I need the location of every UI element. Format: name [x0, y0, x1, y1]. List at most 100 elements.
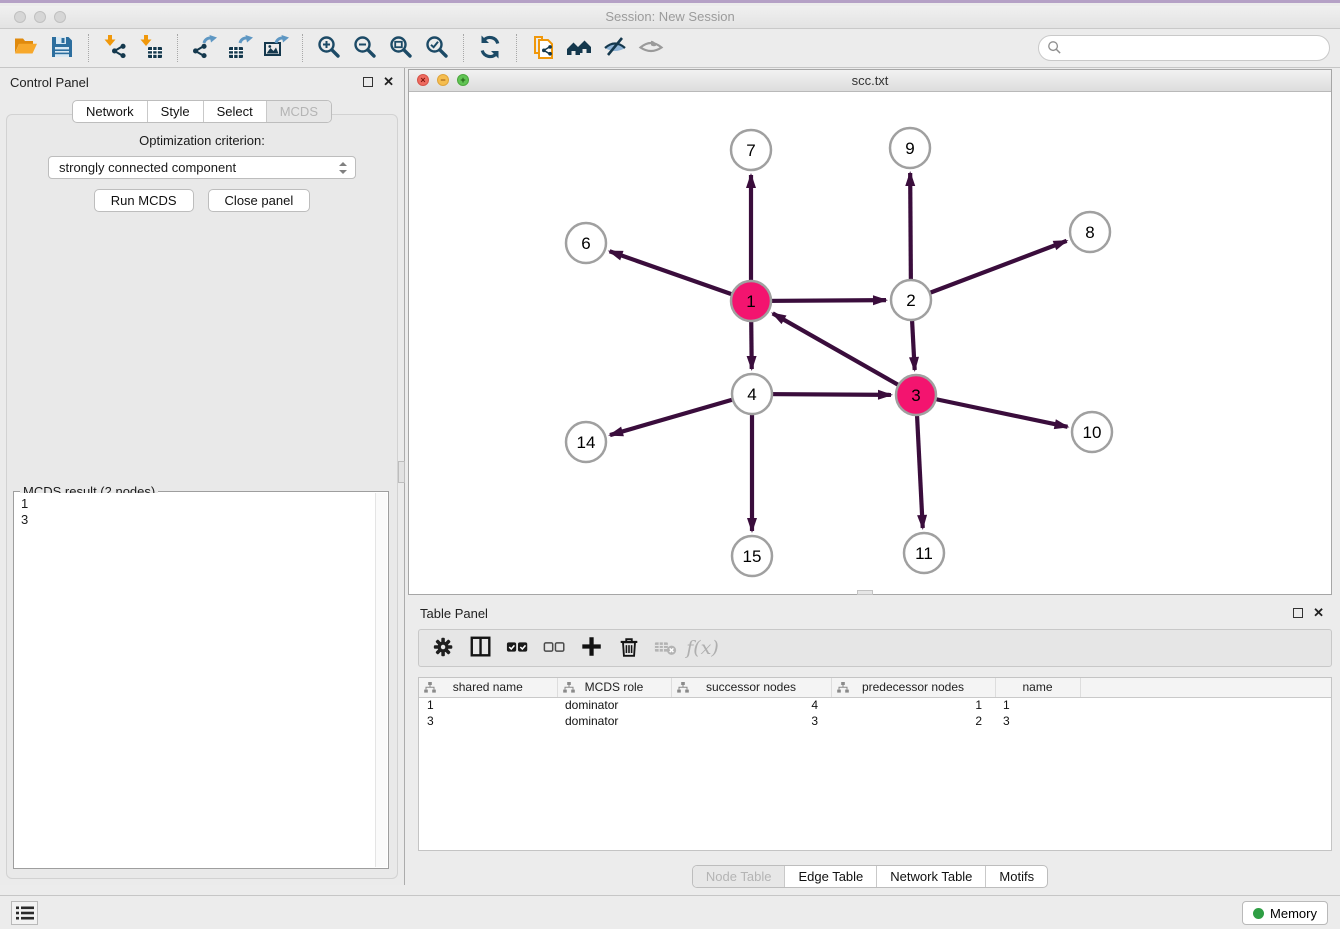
- table-toolbar: f(x): [418, 629, 1332, 667]
- table-cell[interactable]: 1: [831, 697, 995, 713]
- tab-select[interactable]: Select: [203, 101, 266, 122]
- graph-node-10[interactable]: 10: [1072, 412, 1112, 452]
- import-network-icon: [102, 34, 128, 63]
- zoom-fit-icon: [388, 34, 414, 63]
- graph-node-14[interactable]: 14: [566, 422, 606, 462]
- table-cell[interactable]: 3: [419, 713, 557, 729]
- graph-node-1[interactable]: 1: [731, 281, 771, 321]
- edge-1-6[interactable]: [610, 251, 751, 301]
- memory-button[interactable]: Memory: [1242, 901, 1328, 925]
- search-input[interactable]: [1038, 35, 1330, 61]
- tab-motifs[interactable]: Motifs: [985, 866, 1047, 887]
- save-icon: [49, 34, 75, 63]
- edge-4-14[interactable]: [610, 394, 752, 435]
- hide-selected-button[interactable]: [597, 33, 633, 63]
- search-icon: [1047, 40, 1062, 55]
- copy-network-view-button[interactable]: [525, 33, 561, 63]
- edge-3-10[interactable]: [916, 395, 1068, 427]
- column-header-filler: [1080, 678, 1332, 697]
- graph-node-6[interactable]: 6: [566, 223, 606, 263]
- apply-layout-button[interactable]: [472, 33, 508, 63]
- save-session-button[interactable]: [44, 33, 80, 63]
- table-cell[interactable]: dominator: [557, 697, 671, 713]
- tab-edge-table[interactable]: Edge Table: [784, 866, 876, 887]
- import-network-button[interactable]: [97, 33, 133, 63]
- tab-mcds[interactable]: MCDS: [266, 101, 331, 122]
- table-close-panel-icon[interactable]: ✕: [1313, 608, 1324, 618]
- svg-text:9: 9: [905, 139, 914, 158]
- table-float-panel-icon[interactable]: [1293, 608, 1303, 618]
- table-row[interactable]: 3dominator323: [419, 713, 1332, 729]
- export-table-button[interactable]: [222, 33, 258, 63]
- edge-3-1[interactable]: [773, 313, 916, 395]
- column-header-shared-name[interactable]: shared name: [419, 678, 557, 697]
- column-settings-button[interactable]: [427, 633, 460, 663]
- table-row[interactable]: 1dominator411: [419, 697, 1332, 713]
- table-panel-header: Table Panel ✕: [408, 599, 1340, 627]
- graph-node-2[interactable]: 2: [891, 280, 931, 320]
- graph-node-11[interactable]: 11: [904, 533, 944, 573]
- control-panel-title: Control Panel: [10, 75, 89, 90]
- delete-columns-button[interactable]: [612, 633, 645, 663]
- control-panel: Control Panel ✕ NetworkStyleSelectMCDS O…: [0, 68, 405, 885]
- close-panel-button[interactable]: Close panel: [208, 189, 311, 212]
- panel-splitter-grip[interactable]: [398, 461, 405, 483]
- open-session-button[interactable]: [8, 33, 44, 63]
- graph-node-7[interactable]: 7: [731, 130, 771, 170]
- close-panel-icon[interactable]: ✕: [383, 77, 394, 87]
- zoom-in-button[interactable]: [311, 33, 347, 63]
- graph-node-9[interactable]: 9: [890, 128, 930, 168]
- zoom-selected-button[interactable]: [419, 33, 455, 63]
- mcds-result-scrollbar[interactable]: [375, 493, 387, 867]
- refresh-icon: [477, 34, 503, 63]
- table-cell[interactable]: 1: [995, 697, 1080, 713]
- graph-node-4[interactable]: 4: [732, 374, 772, 414]
- table-cell[interactable]: [1080, 713, 1332, 729]
- zoom-fit-button[interactable]: [383, 33, 419, 63]
- show-all-columns-button[interactable]: [501, 633, 534, 663]
- tab-style[interactable]: Style: [147, 101, 203, 122]
- table-cell[interactable]: 4: [671, 697, 831, 713]
- first-neighbors-button[interactable]: [561, 33, 597, 63]
- tab-node-table[interactable]: Node Table: [693, 866, 785, 887]
- export-network-button[interactable]: [186, 33, 222, 63]
- mcds-tab-content: Optimization criterion: strongly connect…: [6, 114, 398, 879]
- table-delete-icon: [654, 635, 678, 662]
- edge-2-8[interactable]: [911, 241, 1067, 300]
- table-cell[interactable]: [1080, 697, 1332, 713]
- criterion-select[interactable]: strongly connected component: [48, 156, 356, 179]
- graph-node-3[interactable]: 3: [896, 375, 936, 415]
- float-panel-icon[interactable]: [363, 77, 373, 87]
- column-header-successor-nodes[interactable]: successor nodes: [671, 678, 831, 697]
- network-graph-canvas[interactable]: 7 9 6 8 1 2 4 3 14 10 15 11: [409, 92, 1331, 594]
- zoom-out-icon: [352, 34, 378, 63]
- network-view-window: × − + scc.txt 7 9 6 8 1 2 4 3 14 10 15 11: [408, 69, 1332, 595]
- zoom-out-button[interactable]: [347, 33, 383, 63]
- table-cell[interactable]: 1: [419, 697, 557, 713]
- toggle-panel-mode-button[interactable]: [464, 633, 497, 663]
- export-image-button[interactable]: [258, 33, 294, 63]
- tab-network-table[interactable]: Network Table: [876, 866, 985, 887]
- network-resize-handle[interactable]: [857, 590, 873, 595]
- import-table-icon: [138, 34, 164, 63]
- tab-network[interactable]: Network: [73, 101, 147, 122]
- network-window-title: scc.txt: [409, 73, 1331, 88]
- import-table-button[interactable]: [133, 33, 169, 63]
- graph-node-8[interactable]: 8: [1070, 212, 1110, 252]
- run-mcds-button[interactable]: Run MCDS: [94, 189, 194, 212]
- task-history-button[interactable]: [11, 901, 38, 925]
- graph-node-15[interactable]: 15: [732, 536, 772, 576]
- table-panel-tabs: Node TableEdge TableNetwork TableMotifs: [692, 865, 1048, 888]
- hide-all-columns-button[interactable]: [538, 633, 571, 663]
- table-cell[interactable]: 3: [671, 713, 831, 729]
- table-cell[interactable]: 2: [831, 713, 995, 729]
- show-all-button[interactable]: [633, 33, 669, 63]
- svg-text:14: 14: [577, 433, 596, 452]
- column-header-name[interactable]: name: [995, 678, 1080, 697]
- column-header-MCDS-role[interactable]: MCDS role: [557, 678, 671, 697]
- create-column-button[interactable]: [575, 633, 608, 663]
- column-header-predecessor-nodes[interactable]: predecessor nodes: [831, 678, 995, 697]
- table-cell[interactable]: 3: [995, 713, 1080, 729]
- network-window-titlebar: × − + scc.txt: [409, 70, 1331, 92]
- table-cell[interactable]: dominator: [557, 713, 671, 729]
